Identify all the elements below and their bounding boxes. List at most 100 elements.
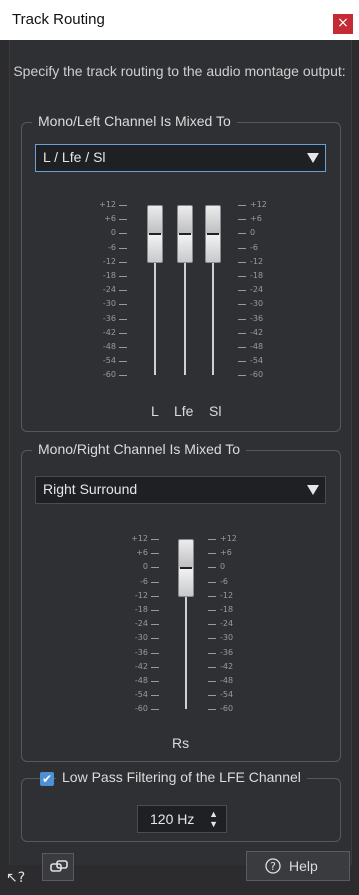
scale-tick [151, 638, 159, 640]
scale-tick [238, 290, 246, 292]
right-routing-select[interactable]: Right Surround [35, 476, 326, 504]
scale-label: -60 [102, 370, 116, 380]
scale-label: -24 [250, 285, 264, 295]
scale-label: -12 [134, 590, 148, 600]
spin-arrows-icon[interactable]: ▲ ▼ [209, 809, 218, 829]
scale-label: -42 [250, 327, 264, 337]
scale-tick [151, 553, 159, 555]
scale-tick [151, 610, 159, 611]
scale-tick [208, 695, 216, 697]
close-button[interactable]: × [333, 14, 353, 34]
scale-label: 0 [110, 228, 116, 238]
description-text: Specify the track routing to the audio m… [13, 63, 346, 79]
scale-tick [208, 638, 216, 640]
scale-tick [151, 709, 159, 711]
scale-tick [119, 247, 127, 249]
scale-tick [208, 595, 216, 597]
scale-tick [238, 219, 246, 221]
left-routing-select[interactable]: L / Lfe / Sl [35, 144, 326, 172]
scale-tick [238, 361, 246, 363]
scale-label: -54 [250, 356, 264, 366]
scale-tick [238, 233, 246, 235]
scale-label: 0 [220, 562, 226, 572]
scale-label: -12 [250, 256, 264, 266]
scale-label: +6 [136, 548, 148, 558]
lfe-group: ✔ Low Pass Filtering of the LFE Channel … [21, 769, 341, 842]
scale-label: -30 [102, 299, 116, 309]
left-group-title: Mono/Left Channel Is Mixed To [32, 113, 237, 129]
scale-label: -24 [220, 619, 234, 629]
scale-label: -12 [102, 256, 116, 266]
scale-label: -18 [250, 271, 264, 280]
scale-label: -54 [220, 690, 234, 700]
scale-tick [238, 375, 246, 377]
fader-knob-l[interactable] [147, 205, 163, 263]
scale-tick [238, 304, 246, 306]
window-title: Track Routing [12, 11, 105, 28]
whats-this-icon[interactable]: ↖? [6, 870, 25, 886]
scale-label: -54 [102, 356, 116, 366]
scale-label: -6 [250, 242, 258, 252]
scale-label: +6 [250, 214, 262, 224]
scale-label: -24 [102, 285, 116, 295]
scale-label: 0 [250, 228, 256, 238]
scale-label: -48 [102, 342, 116, 351]
scale-tick [119, 375, 127, 377]
scale-label: 0 [142, 562, 148, 572]
scale-label: -30 [250, 299, 264, 309]
lfe-checkbox-label[interactable]: Low Pass Filtering of the LFE Channel [56, 769, 307, 785]
scale-tick [119, 261, 127, 263]
scale-tick [151, 595, 159, 597]
scale-label: -42 [102, 327, 116, 337]
scale-tick [208, 539, 216, 540]
scale-tick [208, 581, 216, 583]
scale-label: -48 [220, 676, 234, 685]
right-routing-value: Right Surround [43, 481, 138, 497]
scale-label: +12 [99, 200, 116, 209]
scale-label: -6 [140, 576, 148, 586]
channel-label-lfe: Lfe [174, 403, 194, 419]
left-routing-value: L / Lfe / Sl [43, 149, 106, 165]
help-label: Help [289, 858, 318, 874]
scale-label: -36 [220, 647, 234, 657]
help-button[interactable]: ? Help [246, 851, 350, 881]
scale-label: -60 [250, 370, 264, 380]
title-bar: Track Routing × [0, 0, 359, 40]
scale-label: -36 [134, 647, 148, 657]
scale-tick [151, 567, 159, 569]
scale-tick [119, 219, 127, 221]
scale-tick [119, 233, 127, 235]
lfe-checkbox[interactable]: ✔ [40, 772, 54, 786]
scale-label: +12 [220, 534, 237, 543]
scale-tick [119, 332, 127, 334]
right-channel-group: Mono/Right Channel Is Mixed To Right Sur… [21, 441, 341, 762]
scale-tick [119, 290, 127, 292]
scale-tick [151, 539, 159, 540]
scale-tick [151, 624, 159, 626]
link-button[interactable] [42, 853, 74, 881]
fader-knob-sl[interactable] [205, 205, 221, 263]
scale-tick [238, 247, 246, 249]
svg-text:?: ? [270, 860, 276, 873]
scale-tick [208, 652, 216, 654]
scale-tick [208, 553, 216, 555]
right-fader-area: +12 +6 0 -6 -12 -18 -24 -30 -36 -42 -48 -54 -60 +12 +… [126, 534, 246, 735]
scale-tick [208, 681, 216, 682]
scale-label: -42 [134, 661, 148, 671]
scale-tick [208, 567, 216, 569]
scale-tick [119, 318, 127, 320]
scale-label: -12 [220, 590, 234, 600]
scale-tick [119, 304, 127, 306]
fader-knob-rs[interactable] [178, 539, 194, 597]
left-fader-area: +12 +6 0 -6 -12 -18 -24 -30 -36 -42 -48 -54 -60 +12 +… [94, 200, 274, 401]
scale-tick [151, 652, 159, 654]
channel-label-rs: Rs [172, 735, 190, 751]
lfe-frequency-value: 120 Hz [150, 811, 195, 827]
scale-tick [208, 610, 216, 611]
scale-label: +6 [220, 548, 232, 558]
fader-knob-lfe[interactable] [177, 205, 193, 263]
scale-label: -18 [134, 605, 148, 614]
lfe-frequency-spinbox[interactable]: 120 Hz ▲ ▼ [137, 805, 227, 833]
scale-label: -60 [220, 704, 234, 714]
question-circle-icon: ? [265, 858, 281, 877]
